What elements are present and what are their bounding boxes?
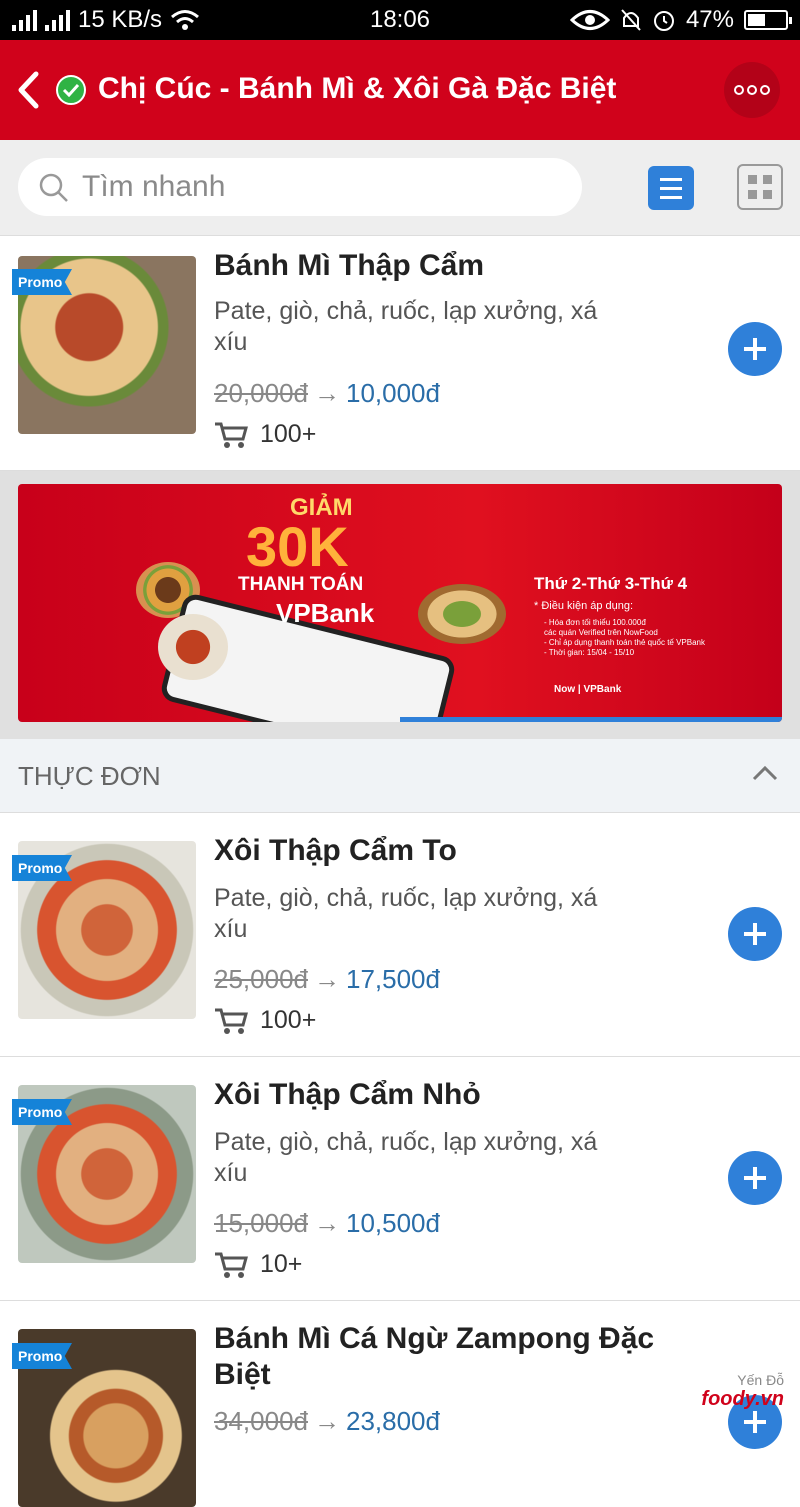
watermark-brand: foody.vn bbox=[701, 1388, 784, 1410]
list-item[interactable]: Promo Xôi Thập Cẩm To Pate, giò, chả, ru… bbox=[0, 813, 800, 1057]
list-view-icon-line bbox=[660, 186, 682, 190]
promo-badge: Promo bbox=[12, 1343, 72, 1369]
arrow-icon: → bbox=[313, 964, 340, 994]
item-description: Pate, giò, chả, ruốc, lạp xưởng, xá xíu bbox=[214, 1128, 598, 1187]
sold-count-text: 10+ bbox=[260, 1250, 303, 1278]
battery-percent: 47% bbox=[685, 6, 734, 33]
item-price: 15,000đ → 10,500đ bbox=[214, 1208, 440, 1239]
app-bar: Chị Cúc - Bánh Mì & Xôi Gà Đặc Biệt bbox=[0, 40, 800, 140]
search-icon bbox=[39, 173, 68, 202]
list-view-icon-line bbox=[660, 195, 682, 199]
more-button[interactable] bbox=[724, 62, 780, 118]
section-header[interactable]: THỰC ĐƠN bbox=[0, 739, 800, 813]
banner-payment: THANH TOÁN bbox=[238, 574, 364, 595]
list-item[interactable]: Promo Bánh Mì Cá Ngừ Zampong Đặc Biệt 34… bbox=[0, 1301, 800, 1507]
banner-bank: VPBank bbox=[276, 598, 375, 628]
new-price: 10,000đ bbox=[345, 378, 440, 408]
back-button[interactable] bbox=[8, 66, 48, 114]
new-price: 23,800đ bbox=[345, 1406, 440, 1436]
banner-logos: Now | VPBank bbox=[554, 684, 622, 695]
old-price: 25,000đ bbox=[214, 964, 308, 994]
watermark: Yến Đỗ foody.vn bbox=[701, 1372, 784, 1411]
new-price: 10,500đ bbox=[345, 1208, 440, 1238]
item-name: Xôi Thập Cẩm To bbox=[214, 834, 457, 867]
salad-image bbox=[418, 584, 506, 644]
add-button[interactable] bbox=[728, 1151, 782, 1205]
grid-view-icon-cell bbox=[763, 175, 772, 184]
more-icon-dot bbox=[747, 85, 757, 95]
item-name: Xôi Thập Cẩm Nhỏ bbox=[214, 1078, 481, 1111]
banner-condition: các quán Verified trên NowFood bbox=[544, 628, 658, 637]
list-item[interactable]: Promo Xôi Thập Cẩm Nhỏ Pate, giò, chả, r… bbox=[0, 1057, 800, 1301]
more-icon bbox=[734, 85, 744, 95]
cart-icon bbox=[215, 1008, 248, 1034]
sold-count: 10+ bbox=[214, 1250, 302, 1279]
eye-icon bbox=[569, 10, 610, 30]
sold-count: 100+ bbox=[214, 420, 316, 449]
mute-bell-icon bbox=[621, 9, 641, 31]
plus-icon bbox=[744, 338, 766, 360]
add-button[interactable] bbox=[728, 322, 782, 376]
promo-badge: Promo bbox=[12, 855, 72, 881]
search-box[interactable] bbox=[18, 158, 582, 216]
plus-icon bbox=[744, 923, 766, 945]
chevron-up-icon[interactable] bbox=[752, 765, 778, 781]
item-price: 25,000đ → 17,500đ bbox=[214, 964, 440, 995]
arrow-icon: → bbox=[313, 1406, 340, 1436]
banner-days: Thứ 2-Thứ 3-Thứ 4 bbox=[534, 574, 688, 593]
item-name: Bánh Mì Thập Cẩm bbox=[214, 249, 485, 282]
arrow-icon: → bbox=[313, 1208, 340, 1238]
grid-view-icon bbox=[748, 175, 757, 184]
section-title: THỰC ĐƠN bbox=[18, 761, 161, 791]
grid-view-icon-cell bbox=[763, 190, 772, 199]
list-item[interactable]: Promo Bánh Mì Thập Cẩm Pate, giò, chả, r… bbox=[0, 236, 800, 471]
banner-conditions-title: * Điều kiện áp dụng: bbox=[534, 600, 634, 612]
item-description: Pate, giò, chả, ruốc, lạp xưởng, xá xíu bbox=[214, 297, 598, 356]
old-price: 15,000đ bbox=[214, 1208, 308, 1238]
grid-view-icon-cell bbox=[748, 190, 757, 199]
promo-badge: Promo bbox=[12, 1099, 72, 1125]
list-view-button[interactable] bbox=[648, 166, 694, 210]
grid-view-button[interactable] bbox=[737, 164, 783, 210]
watermark-author: Yến Đỗ bbox=[737, 1372, 784, 1388]
banner-condition: - Thời gian: 15/04 - 15/10 bbox=[544, 648, 635, 657]
cart-icon bbox=[215, 422, 248, 448]
promo-badge: Promo bbox=[12, 269, 72, 295]
dish-image bbox=[158, 614, 228, 680]
battery-fill bbox=[748, 14, 765, 26]
old-price: 20,000đ bbox=[214, 378, 308, 408]
add-button[interactable] bbox=[728, 907, 782, 961]
status-bar: 15 KB/s 18:06 47% bbox=[0, 0, 800, 40]
item-description: Pate, giò, chả, ruốc, lạp xưởng, xá xíu bbox=[214, 884, 598, 943]
old-price: 34,000đ bbox=[214, 1406, 308, 1436]
promo-banner[interactable]: GIẢM 30K THANH TOÁN VPBank Thứ 2-Thứ 3-T… bbox=[18, 484, 782, 722]
verified-check-icon bbox=[56, 75, 86, 105]
back-arrow-icon bbox=[18, 71, 39, 109]
item-price: 20,000đ → 10,000đ bbox=[214, 378, 440, 409]
sold-count-text: 100+ bbox=[260, 1006, 317, 1034]
search-input[interactable] bbox=[82, 167, 562, 207]
plus-icon bbox=[744, 1411, 766, 1433]
list-view-icon bbox=[660, 177, 682, 181]
new-price: 17,500đ bbox=[345, 964, 440, 994]
promo-banner-area: GIẢM 30K THANH TOÁN VPBank Thứ 2-Thứ 3-T… bbox=[0, 471, 800, 739]
alarm-icon bbox=[653, 11, 674, 31]
battery-icon bbox=[744, 10, 792, 30]
more-icon-dot bbox=[760, 85, 770, 95]
banner-progress bbox=[400, 717, 782, 722]
cart-icon bbox=[215, 1252, 248, 1278]
search-row bbox=[0, 140, 800, 236]
item-name: Bánh Mì Cá Ngừ Zampong Đặc Biệt bbox=[214, 1322, 655, 1391]
banner-condition: - Hóa đơn tối thiểu 100.000đ bbox=[544, 618, 646, 627]
sold-count-text: 100+ bbox=[260, 420, 317, 448]
plus-icon bbox=[744, 1167, 766, 1189]
banner-condition: - Chỉ áp dụng thanh toán thẻ quốc tế VPB… bbox=[544, 638, 706, 647]
page-title: Chị Cúc - Bánh Mì & Xôi Gà Đặc Biệt bbox=[98, 72, 617, 105]
arrow-icon: → bbox=[313, 378, 340, 408]
sold-count: 100+ bbox=[214, 1006, 316, 1035]
banner-amount: 30K bbox=[246, 515, 349, 578]
